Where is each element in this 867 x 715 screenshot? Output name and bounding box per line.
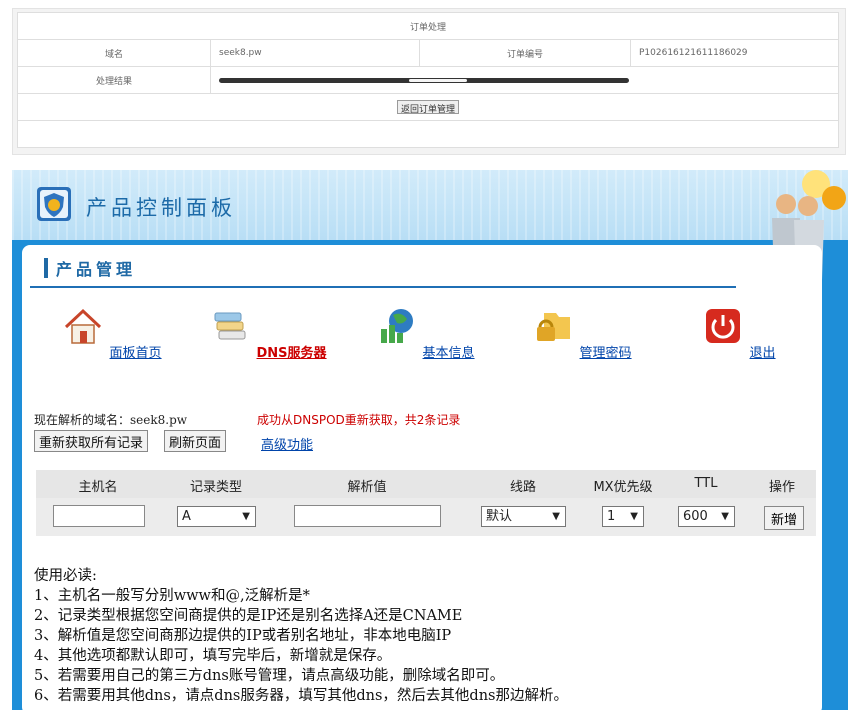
col-type: 记录类型	[189, 480, 243, 495]
result-cell	[210, 66, 839, 94]
domain-value: seek8.pw	[210, 39, 420, 67]
section-divider	[30, 286, 736, 288]
nav-logout[interactable]: 退出	[669, 305, 809, 361]
advanced-link[interactable]: 高级功能	[261, 434, 313, 453]
chevron-down-icon: ▼	[630, 511, 638, 522]
order-title: 订单处理	[17, 12, 839, 40]
col-value: 解析值	[347, 480, 387, 495]
line-select[interactable]: 默认 ▼	[481, 506, 566, 527]
nav-home-link[interactable]: 面板首页	[110, 346, 162, 361]
info-chart-icon	[381, 309, 414, 343]
col-action: 操作	[768, 480, 796, 495]
chevron-down-icon: ▼	[721, 511, 729, 522]
section-title: 产品管理	[56, 260, 137, 279]
col-mx: MX优先级	[593, 480, 653, 495]
add-record-button[interactable]: 新增	[764, 506, 804, 530]
order-panel: 订单处理 域名 seek8.pw 订单编号 P10261612161118602…	[12, 8, 846, 155]
mx-select[interactable]: 1 ▼	[602, 506, 644, 527]
note-item: 4、其他选项都默认即可，填写完毕后，新增就是保存。	[34, 648, 392, 664]
col-host: 主机名	[78, 480, 118, 495]
nav-info-link[interactable]: 基本信息	[423, 346, 475, 361]
section-bar	[44, 258, 48, 278]
mx-value: 1	[607, 509, 616, 524]
back-to-orders-button[interactable]: 返回订单管理	[396, 99, 459, 115]
ttl-select[interactable]: 600 ▼	[678, 506, 735, 527]
notes-title: 使用必读:	[34, 568, 97, 584]
nav-home[interactable]: 面板首页	[42, 305, 182, 361]
order-table: 订单处理 域名 seek8.pw 订单编号 P10261612161118602…	[17, 12, 839, 148]
empty-row	[17, 120, 839, 148]
current-domain-label: 现在解析的域名：seek8.pw	[34, 413, 188, 427]
ttl-value: 600	[683, 509, 708, 524]
nav-dns[interactable]: DNS服务器	[198, 305, 338, 361]
note-item: 1、主机名一般写分别www和@,泛解析是*	[34, 588, 310, 604]
host-input[interactable]	[53, 505, 145, 527]
note-item: 6、若需要用其他dns，请点dns服务器，填写其他dns，然后去其他dns那边解…	[34, 688, 568, 704]
order-no-value: P102616121611186029	[630, 39, 839, 67]
panel-title: 产品控制面板	[86, 196, 236, 220]
shield-logo-icon	[37, 187, 71, 221]
lock-folder-icon	[537, 313, 571, 341]
progress-glint	[409, 78, 467, 82]
note-item: 5、若需要用自己的第三方dns账号管理，请点高级功能，删除域名即可。	[34, 668, 505, 684]
record-type-value: A	[182, 509, 191, 524]
power-icon	[706, 309, 741, 343]
domain-label: 域名	[17, 39, 211, 67]
col-line: 线路	[509, 480, 537, 495]
nav-password[interactable]: 管理密码	[512, 305, 652, 361]
nav-logout-link[interactable]: 退出	[750, 346, 776, 361]
col-ttl: TTL	[694, 476, 718, 491]
line-value: 默认	[486, 509, 513, 524]
records-header: 主机名 记录类型 解析值 线路 MX优先级 TTL 操作	[36, 470, 816, 498]
usage-notes: 使用必读: 1、主机名一般写分别www和@,泛解析是* 2、记录类型根据您空间商…	[34, 566, 568, 706]
order-no-label: 订单编号	[419, 39, 631, 67]
chevron-down-icon: ▼	[552, 511, 560, 522]
refetch-records-button[interactable]: 重新获取所有记录	[34, 430, 149, 452]
home-icon	[65, 308, 102, 344]
nav-dns-link[interactable]: DNS服务器	[257, 346, 327, 361]
dns-server-icon	[214, 312, 246, 340]
success-message: 成功从DNSPOD重新获取，共2条记录	[257, 413, 461, 427]
note-item: 3、解析值是您空间商那边提供的IP或者别名地址，非本地电脑IP	[34, 628, 452, 644]
refresh-page-button[interactable]: 刷新页面	[164, 430, 227, 452]
progress-bar	[219, 77, 629, 83]
record-type-select[interactable]: A ▼	[177, 506, 256, 527]
chevron-down-icon: ▼	[242, 511, 250, 522]
back-row: 返回订单管理	[17, 93, 839, 121]
note-item: 2、记录类型根据您空间商提供的是IP还是别名选择A还是CNAME	[34, 608, 463, 624]
result-label: 处理结果	[17, 66, 211, 94]
nav-info[interactable]: 基本信息	[355, 305, 495, 361]
value-input[interactable]	[294, 505, 441, 527]
nav-password-link[interactable]: 管理密码	[580, 346, 632, 361]
